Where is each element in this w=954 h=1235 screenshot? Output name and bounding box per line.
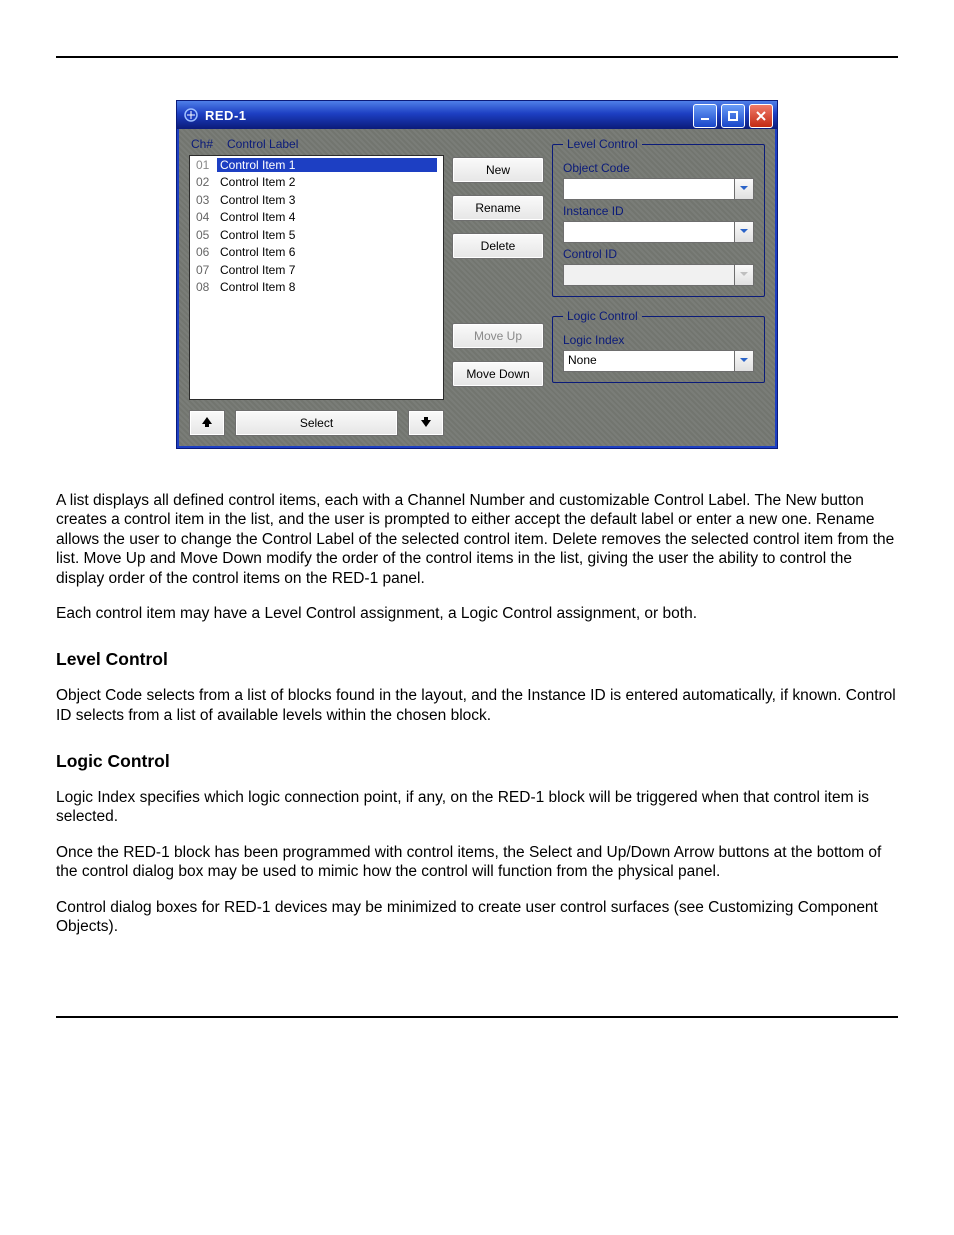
instance-id-combo[interactable]: [563, 221, 754, 243]
list-item-ch: 07: [196, 263, 220, 277]
page-top-rule: [56, 56, 898, 58]
doc-para: A list displays all defined control item…: [56, 491, 898, 588]
instance-id-input[interactable]: [563, 221, 734, 243]
maximize-button[interactable]: [721, 104, 745, 128]
section-heading-level-control: Level Control: [56, 649, 898, 670]
move-down-button-label: Move Down: [466, 367, 529, 381]
list-item[interactable]: 07 Control Item 7: [190, 261, 443, 279]
list-item-ch: 08: [196, 280, 220, 294]
list-item-label: Control Item 3: [220, 193, 437, 207]
doc-para: Logic Index specifies which logic connec…: [56, 788, 898, 827]
chevron-down-icon: [739, 182, 749, 196]
instance-id-dropdown[interactable]: [734, 221, 754, 243]
close-button[interactable]: [749, 104, 773, 128]
list-item-ch: 05: [196, 228, 220, 242]
list-item-label: Control Item 8: [220, 280, 437, 294]
control-list[interactable]: 01 Control Item 1 02 Control Item 2 03 C…: [189, 155, 444, 400]
chevron-down-icon: [739, 268, 749, 282]
app-icon: [183, 107, 199, 123]
logic-index-label: Logic Index: [563, 333, 754, 347]
logic-index-dropdown[interactable]: [734, 350, 754, 372]
logic-control-legend: Logic Control: [563, 309, 642, 323]
list-item-ch: 04: [196, 210, 220, 224]
list-header: Ch# Control Label: [191, 137, 444, 151]
doc-para: Once the RED-1 block has been programmed…: [56, 843, 898, 882]
new-button[interactable]: New: [452, 157, 544, 183]
list-item[interactable]: 08 Control Item 8: [190, 279, 443, 297]
object-code-label: Object Code: [563, 161, 754, 175]
control-id-dropdown: [734, 264, 754, 286]
list-item-ch: 06: [196, 245, 220, 259]
list-item[interactable]: 03 Control Item 3: [190, 191, 443, 209]
list-item-ch: 02: [196, 175, 220, 189]
arrow-down-button[interactable]: [408, 410, 444, 436]
list-item[interactable]: 04 Control Item 4: [190, 209, 443, 227]
window-title: RED-1: [205, 108, 247, 123]
move-up-button[interactable]: Move Up: [452, 323, 544, 349]
col-ch: Ch#: [191, 137, 219, 151]
logic-control-group: Logic Control Logic Index None: [552, 309, 765, 383]
doc-para: Object Code selects from a list of block…: [56, 686, 898, 725]
list-item-label: Control Item 4: [220, 210, 437, 224]
control-id-label: Control ID: [563, 247, 754, 261]
list-item[interactable]: 01 Control Item 1: [190, 156, 443, 174]
doc-para: Each control item may have a Level Contr…: [56, 604, 898, 623]
arrow-down-icon: [419, 415, 433, 432]
move-down-button[interactable]: Move Down: [452, 361, 544, 387]
doc-para: Control dialog boxes for RED-1 devices m…: [56, 898, 898, 937]
list-item-label: Control Item 1: [217, 158, 437, 172]
list-item-label: Control Item 5: [220, 228, 437, 242]
move-up-button-label: Move Up: [474, 329, 522, 343]
instance-id-label: Instance ID: [563, 204, 754, 218]
chevron-down-icon: [739, 225, 749, 239]
red1-window: RED-1: [176, 100, 778, 449]
logic-index-input[interactable]: None: [563, 350, 734, 372]
rename-button-label: Rename: [475, 201, 520, 215]
rename-button[interactable]: Rename: [452, 195, 544, 221]
minimize-button[interactable]: [693, 104, 717, 128]
list-item[interactable]: 06 Control Item 6: [190, 244, 443, 262]
titlebar[interactable]: RED-1: [177, 101, 777, 129]
control-id-combo: [563, 264, 754, 286]
object-code-input[interactable]: [563, 178, 734, 200]
arrow-up-icon: [200, 415, 214, 432]
object-code-dropdown[interactable]: [734, 178, 754, 200]
section-heading-logic-control: Logic Control: [56, 751, 898, 772]
delete-button[interactable]: Delete: [452, 233, 544, 259]
level-control-group: Level Control Object Code Instance ID: [552, 137, 765, 297]
delete-button-label: Delete: [481, 239, 516, 253]
list-item-label: Control Item 6: [220, 245, 437, 259]
chevron-down-icon: [739, 354, 749, 368]
level-control-legend: Level Control: [563, 137, 642, 151]
control-id-input: [563, 264, 734, 286]
select-button[interactable]: Select: [235, 410, 398, 436]
logic-index-combo[interactable]: None: [563, 350, 754, 372]
list-item[interactable]: 02 Control Item 2: [190, 174, 443, 192]
select-button-label: Select: [300, 416, 333, 430]
object-code-combo[interactable]: [563, 178, 754, 200]
arrow-up-button[interactable]: [189, 410, 225, 436]
page-bottom-rule: [56, 1016, 898, 1018]
col-label: Control Label: [227, 137, 298, 151]
list-item-ch: 03: [196, 193, 220, 207]
list-item-label: Control Item 7: [220, 263, 437, 277]
new-button-label: New: [486, 163, 510, 177]
list-item-label: Control Item 2: [220, 175, 437, 189]
list-item[interactable]: 05 Control Item 5: [190, 226, 443, 244]
